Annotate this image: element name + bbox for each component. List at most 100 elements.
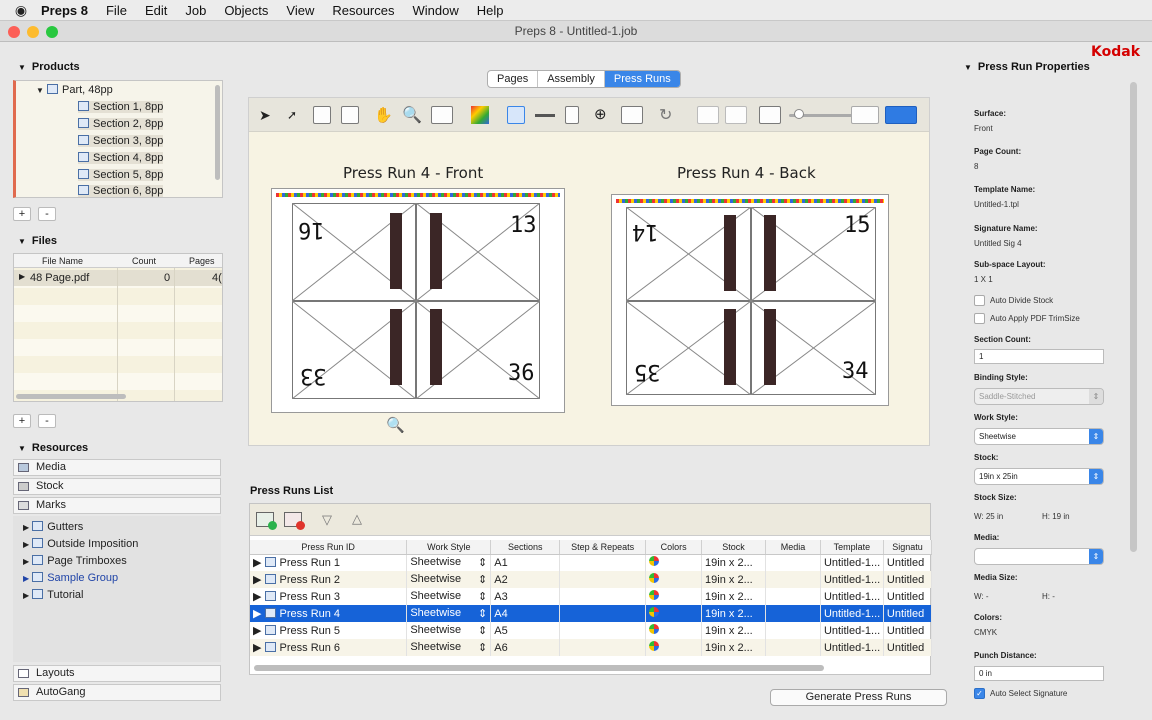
marks-item-outside-imposition[interactable]: ▶ Outside Imposition	[23, 538, 138, 550]
resource-layouts[interactable]: Layouts	[13, 665, 221, 682]
auto-apply-checkbox[interactable]	[974, 313, 985, 324]
menu-job[interactable]: Job	[176, 3, 215, 18]
front-sheet[interactable]: 16 13 33 36	[271, 188, 565, 413]
menu-help[interactable]: Help	[468, 3, 513, 18]
col-sections[interactable]: Sections	[490, 540, 561, 555]
generate-press-runs-button[interactable]: Generate Press Runs	[770, 689, 947, 706]
menu-edit[interactable]: Edit	[136, 3, 176, 18]
move-down-icon[interactable]: ▽	[322, 512, 332, 528]
resource-autogang[interactable]: AutoGang	[13, 684, 221, 701]
hand-tool-icon[interactable]: ✋	[374, 106, 393, 124]
files-scrollbar[interactable]	[16, 394, 126, 399]
work-style-cell[interactable]: Sheetwise ⇕	[406, 571, 492, 588]
menu-app[interactable]: Preps 8	[32, 3, 97, 18]
grid-view-icon[interactable]	[621, 106, 643, 124]
stepper-icon[interactable]: ⇕	[478, 641, 487, 654]
remove-product-button[interactable]: -	[38, 207, 56, 221]
table-row[interactable]: ▶ Press Run 6 Sheetwise ⇕ A6 19in x 2... Unt…	[250, 639, 933, 656]
auto-select-signature-checkbox[interactable]: ✓	[974, 688, 985, 699]
list-scrollbar[interactable]	[254, 665, 824, 671]
add-press-run-icon[interactable]	[256, 512, 277, 530]
punch-distance-field[interactable]: 0 in	[974, 666, 1104, 681]
col-file-name[interactable]: File Name	[42, 256, 83, 266]
align-icon[interactable]	[697, 106, 719, 124]
table-row[interactable]: ▶ Press Run 3 Sheetwise ⇕ A3 19in x 2... Unt…	[250, 588, 933, 605]
col-step-repeats[interactable]: Step & Repeats	[559, 540, 647, 555]
fit-view-icon[interactable]	[507, 106, 525, 124]
binding-style-select[interactable]: Saddle-Stitched ⇕	[974, 388, 1104, 405]
tree-item-section[interactable]: Section 1, 8pp	[78, 101, 164, 113]
add-file-button[interactable]: +	[13, 414, 31, 428]
col-template[interactable]: Template	[820, 540, 884, 555]
stepper-icon[interactable]: ⇕	[478, 624, 487, 637]
tree-item-section[interactable]: Section 4, 8pp	[78, 152, 164, 164]
work-style-cell[interactable]: Sheetwise ⇕	[406, 605, 492, 622]
table-row[interactable]: ▶ Press Run 5 Sheetwise ⇕ A5 19in x 2... Unt…	[250, 622, 933, 639]
back-sheet[interactable]: 14 15 35 34	[611, 194, 889, 406]
layout-grid-icon[interactable]	[431, 106, 453, 124]
stepper-icon[interactable]: ⇕	[478, 590, 487, 603]
col-press-run-id[interactable]: Press Run ID	[250, 540, 408, 555]
resource-stock[interactable]: Stock	[13, 478, 221, 495]
menu-window[interactable]: Window	[403, 3, 467, 18]
marks-item-page-trimboxes[interactable]: ▶ Page Trimboxes	[23, 555, 127, 567]
media-select[interactable]: ⇕	[974, 548, 1104, 565]
work-style-cell[interactable]: Sheetwise ⇕	[406, 622, 492, 639]
col-pages[interactable]: Pages	[189, 256, 215, 266]
menu-resources[interactable]: Resources	[323, 3, 403, 18]
col-count[interactable]: Count	[132, 256, 156, 266]
stepper-icon[interactable]: ⇕	[478, 607, 487, 620]
table-row[interactable]: ▶ Press Run 2 Sheetwise ⇕ A2 19in x 2... Unt…	[250, 571, 933, 588]
section-count-field[interactable]: 1	[974, 349, 1104, 364]
apple-icon[interactable]: ◉	[10, 2, 32, 19]
stock-select[interactable]: 19in x 25in ⇕	[974, 468, 1104, 485]
single-view-icon[interactable]	[851, 106, 879, 124]
work-style-cell[interactable]: Sheetwise ⇕	[406, 554, 492, 571]
rotate-sheet-icon[interactable]: ⊕	[594, 105, 607, 123]
table-row-selected[interactable]: ▶ Press Run 4 Sheetwise ⇕ A4 19in x 2... Unt…	[250, 605, 933, 622]
work-style-select[interactable]: Sheetwise ⇕	[974, 428, 1104, 445]
color-marks-icon[interactable]	[471, 106, 489, 124]
single-page-icon[interactable]	[565, 106, 579, 124]
col-stock[interactable]: Stock	[701, 540, 767, 555]
tree-item-section[interactable]: Section 3, 8pp	[78, 135, 164, 147]
tab-press-runs[interactable]: Press Runs	[604, 71, 680, 87]
resources-header[interactable]: ▼ Resources	[18, 442, 88, 454]
properties-header[interactable]: ▼ Press Run Properties	[964, 61, 1090, 73]
products-header[interactable]: ▼ Products	[18, 61, 80, 73]
col-media[interactable]: Media	[765, 540, 821, 555]
products-scrollbar[interactable]	[215, 85, 220, 180]
tree-item-part[interactable]: ▼ Part, 48pp	[36, 84, 113, 96]
resource-media[interactable]: Media	[13, 459, 221, 476]
tile-view-icon[interactable]	[885, 106, 917, 124]
stepper-icon[interactable]: ⇕	[478, 573, 487, 586]
select-tool-icon[interactable]: ➚	[287, 108, 297, 122]
tree-item-section[interactable]: Section 6, 8pp	[78, 185, 164, 197]
marks-item-sample-group[interactable]: ▶ Sample Group	[23, 572, 118, 584]
work-style-cell[interactable]: Sheetwise ⇕	[406, 639, 492, 656]
file-row[interactable]: ▶ 48 Page.pdf 0 4(	[14, 270, 222, 286]
stepper-icon[interactable]: ⇕	[478, 556, 487, 569]
marks-item-tutorial[interactable]: ▶ Tutorial	[23, 589, 84, 601]
auto-divide-checkbox[interactable]	[974, 295, 985, 306]
marks-item-gutters[interactable]: ▶ Gutters	[23, 521, 83, 533]
tree-item-section[interactable]: Section 5, 8pp	[78, 169, 164, 181]
page-tool-icon[interactable]	[313, 106, 331, 124]
zoom-slider-knob[interactable]	[794, 109, 804, 119]
delete-press-run-icon[interactable]	[284, 512, 305, 530]
distribute-icon[interactable]	[725, 106, 747, 124]
tab-assembly[interactable]: Assembly	[538, 71, 605, 87]
files-header[interactable]: ▼ Files	[18, 235, 57, 247]
col-signature[interactable]: Signatu	[883, 540, 933, 555]
divider-tool-icon[interactable]	[535, 114, 555, 117]
move-up-icon[interactable]: △	[352, 511, 362, 527]
menu-view[interactable]: View	[277, 3, 323, 18]
col-colors[interactable]: Colors	[645, 540, 703, 555]
col-work-style[interactable]: Work Style	[406, 540, 492, 555]
remove-file-button[interactable]: -	[38, 414, 56, 428]
tree-item-section[interactable]: Section 2, 8pp	[78, 118, 164, 130]
preview-icon[interactable]	[759, 106, 781, 124]
tab-pages[interactable]: Pages	[488, 71, 539, 87]
zoom-tool-icon[interactable]: 🔍	[402, 105, 422, 125]
menu-objects[interactable]: Objects	[215, 3, 277, 18]
